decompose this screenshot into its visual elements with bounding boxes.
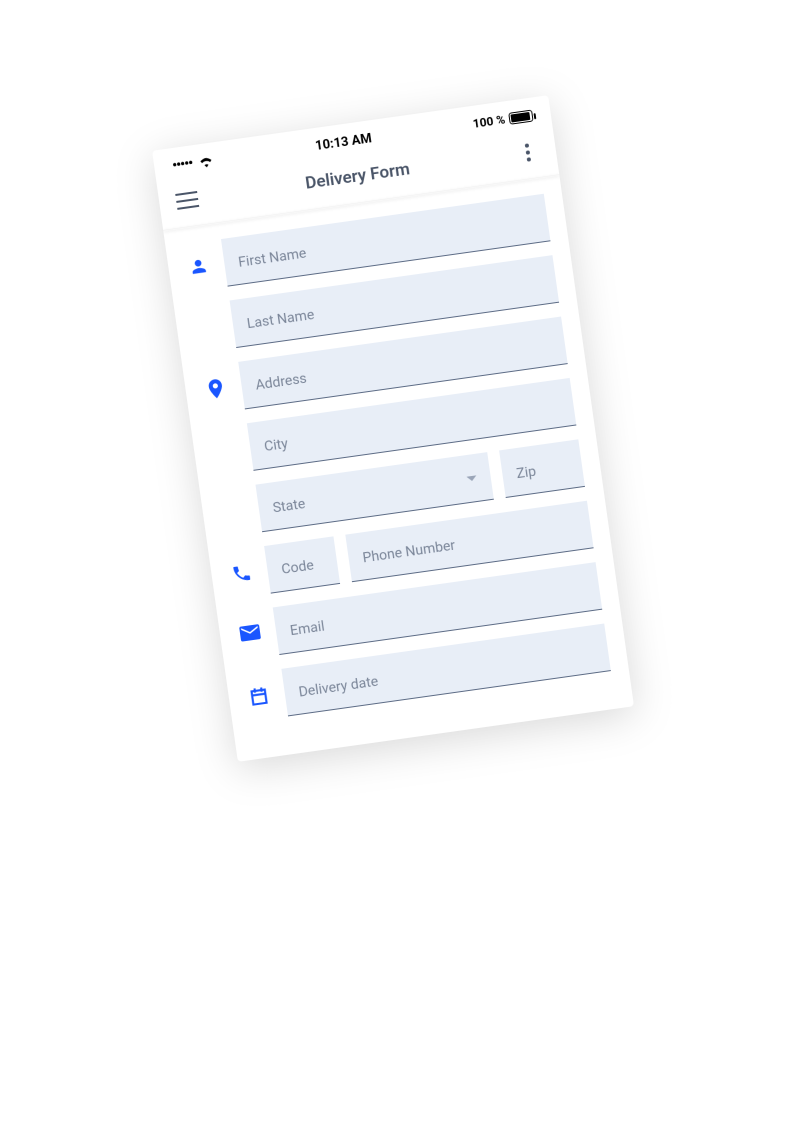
status-right: 100 % bbox=[472, 109, 534, 131]
person-icon bbox=[183, 241, 211, 278]
signal-dots-icon: ••••• bbox=[171, 155, 193, 174]
wifi-icon bbox=[197, 154, 215, 168]
battery-text: 100 % bbox=[472, 112, 506, 130]
phone-frame: ••••• 10:13 AM 100 % Delivery Form bbox=[152, 95, 634, 762]
email-icon bbox=[235, 609, 263, 642]
calendar-icon bbox=[244, 671, 272, 708]
phone-code-field[interactable]: Code bbox=[264, 536, 340, 593]
zip-field[interactable]: Zip bbox=[499, 439, 585, 498]
location-icon bbox=[201, 364, 230, 403]
more-vert-icon[interactable] bbox=[514, 139, 541, 166]
hamburger-menu-icon[interactable] bbox=[174, 187, 201, 214]
delivery-form: First Name Last Name Address bbox=[164, 183, 634, 762]
battery-icon bbox=[508, 110, 533, 125]
phone-icon bbox=[226, 548, 254, 585]
status-left: ••••• bbox=[171, 152, 215, 174]
status-time: 10:13 AM bbox=[314, 131, 372, 154]
